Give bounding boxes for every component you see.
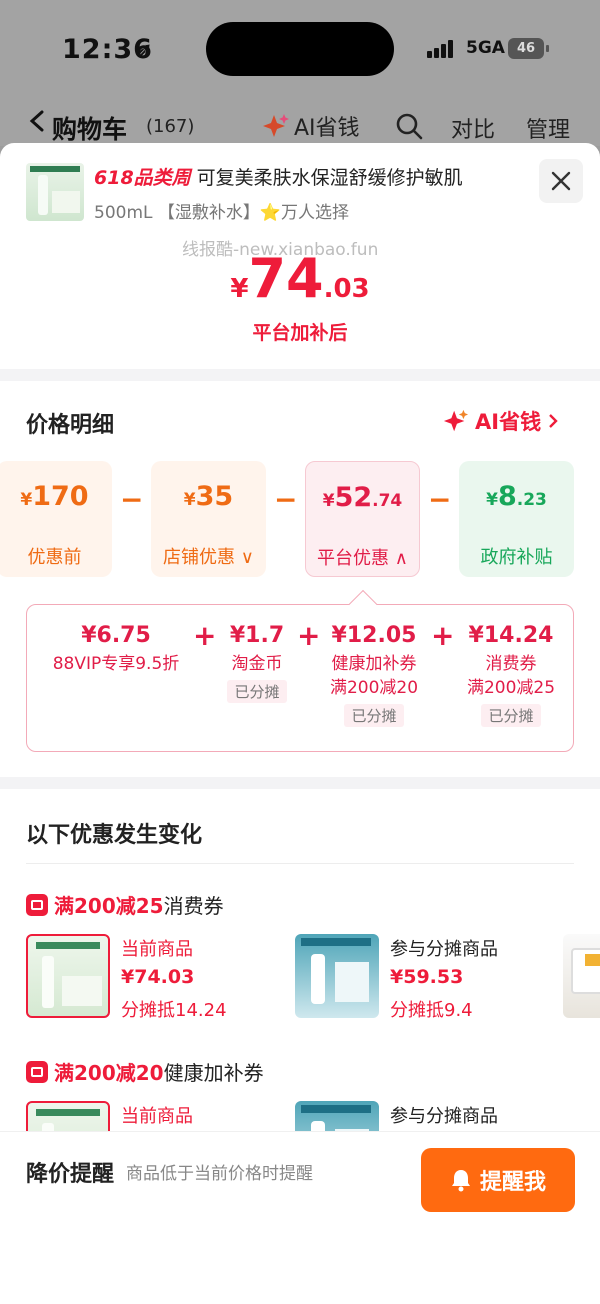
divider-line (26, 863, 574, 864)
card-gov-subsidy: ¥8.23 政府补贴 (459, 461, 574, 577)
goods-label: 参与分摊商品 (390, 939, 498, 960)
goods-price: ¥59.53 (390, 966, 464, 988)
coupon-icon (26, 893, 48, 916)
card-store-discount[interactable]: ¥35 店铺优惠 ∨ (151, 461, 266, 577)
ai-save-link[interactable]: AI省钱 (443, 406, 559, 436)
allocated-pill: 已分摊 (227, 680, 287, 703)
final-price: ¥74.03 (230, 247, 370, 310)
goods-price: ¥74.03 (121, 966, 195, 988)
dynamic-island (206, 22, 394, 76)
rocket-icon: ➶ (136, 37, 153, 61)
price-caption: 平台加补后 (252, 322, 348, 344)
goods-label: 当前商品 (121, 939, 193, 960)
product-name: 可复美柔肤水保湿舒缓修护敏肌 (196, 167, 463, 189)
minus-sign: − (428, 483, 452, 516)
breakdown-88vip: ¥6.75 88VIP专享9.5折 (52, 623, 180, 674)
minus-sign: − (274, 483, 298, 516)
section-divider (0, 369, 600, 381)
card-platform-discount[interactable]: ¥52.74 平台优惠 ∧ (305, 461, 420, 577)
breakdown-taojinbi: ¥1.7 淘金币 已分摊 (219, 623, 295, 703)
page-title: 购物车 (52, 115, 128, 144)
minus-sign: − (120, 483, 144, 516)
goods-share: 分摊抵9.4 (390, 1000, 473, 1021)
plus-sign: + (193, 619, 217, 652)
network-type: 5GA (466, 38, 505, 58)
product-spec: 500mL 【湿敷补水】⭐万人选择 (94, 203, 350, 223)
bell-icon (451, 1170, 470, 1192)
search-icon[interactable] (395, 112, 423, 140)
price-alert-desc: 商品低于当前价格时提醒 (126, 1164, 313, 1184)
goods-label: 参与分摊商品 (390, 1106, 498, 1127)
current-product-image[interactable] (26, 934, 110, 1018)
nav-bar: 购物车 (167) AI省钱 对比 管理 (0, 100, 600, 146)
changes-title: 以下优惠发生变化 (26, 823, 203, 848)
compare-button[interactable]: 对比 (451, 112, 495, 144)
breakdown-health-coupon: ¥12.05 健康加补券 满200减20 已分摊 (329, 623, 419, 727)
card-original-price: ¥170 优惠前 (0, 461, 112, 577)
ai-save-button[interactable]: AI省钱 (262, 110, 360, 142)
close-icon (551, 171, 571, 191)
allocated-pill: 已分摊 (481, 704, 541, 727)
product-title: 618品类周 可复美柔肤水保湿舒缓修护敏肌 (94, 163, 463, 190)
plus-sign: + (431, 619, 455, 652)
section-divider (0, 777, 600, 789)
status-bar: 12:36 ➶ 5GA 46 (0, 0, 600, 100)
back-arrow-icon[interactable] (28, 110, 46, 132)
shared-product-image[interactable] (563, 934, 600, 1018)
close-button[interactable] (539, 159, 583, 203)
price-detail-sheet: 618品类周 可复美柔肤水保湿舒缓修护敏肌 500mL 【湿敷补水】⭐万人选择 线… (0, 143, 600, 1304)
shared-product-image[interactable] (295, 934, 379, 1018)
battery-icon: 46 (508, 38, 549, 59)
promo-badge: 618品类周 (94, 167, 191, 189)
chevron-right-icon (549, 414, 558, 428)
allocated-pill: 已分摊 (344, 704, 404, 727)
price-alert-bar: 降价提醒 商品低于当前价格时提醒 提醒我 (0, 1131, 600, 1304)
cart-count: (167) (146, 116, 195, 137)
price-alert-title: 降价提醒 (26, 1162, 115, 1187)
breakdown-consumption-coupon: ¥14.24 消费券 满200减25 已分摊 (466, 623, 556, 727)
ai-sparkle-icon (263, 114, 289, 137)
product-thumbnail (26, 163, 84, 221)
goods-label: 当前商品 (121, 1106, 193, 1127)
signal-icon (427, 40, 459, 58)
platform-discount-breakdown: ¥6.75 88VIP专享9.5折 + ¥1.7 淘金币 已分摊 + ¥12.0… (26, 604, 574, 752)
remind-me-button[interactable]: 提醒我 (421, 1148, 575, 1212)
goods-share: 分摊抵14.24 (121, 1000, 227, 1021)
coupon-icon (26, 1060, 48, 1083)
price-detail-title: 价格明细 (26, 413, 115, 438)
coupon-group-header: 满200减25消费券 (26, 890, 224, 919)
ai-sparkle-icon (443, 409, 469, 432)
plus-sign: + (297, 619, 321, 652)
coupon-group-header: 满200减20健康加补券 (26, 1057, 264, 1086)
manage-button[interactable]: 管理 (526, 112, 570, 144)
ai-save-label: AI省钱 (294, 116, 360, 141)
